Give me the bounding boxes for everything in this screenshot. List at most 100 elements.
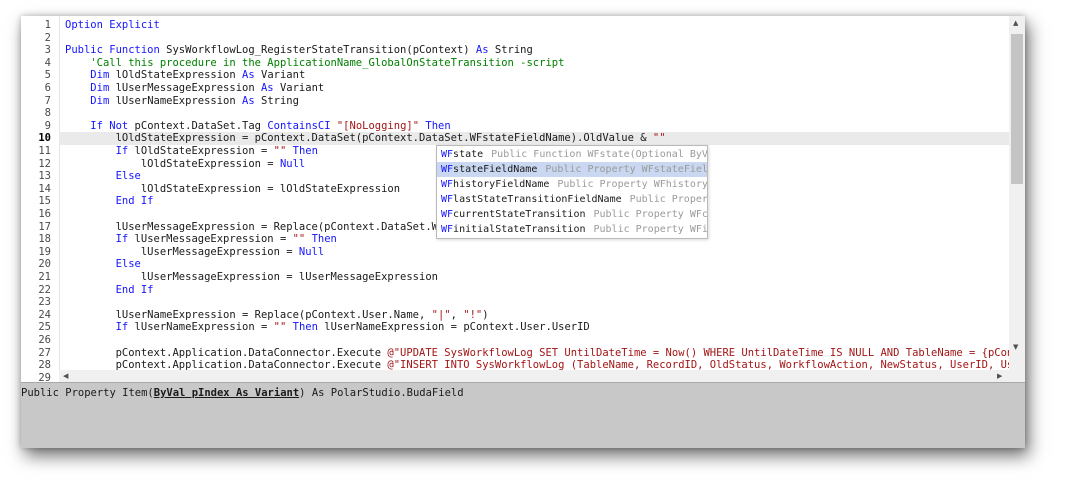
autocomplete-match-prefix: WF [441, 149, 454, 160]
right-arrow-icon[interactable]: ▶ [997, 371, 1002, 381]
line-number: 23 [38, 296, 51, 309]
line-number: 4 [44, 56, 51, 69]
autocomplete-name-rest: lastStateTransitionFieldName [453, 194, 622, 205]
code-line[interactable]: Public Function SysWorkflowLog_RegisterS… [65, 44, 533, 57]
code-line[interactable]: Dim lOldStateExpression As Variant [65, 69, 305, 82]
keyword-token: Option Explicit [65, 19, 160, 31]
comment-token: 'Call this procedure in the ApplicationN… [90, 56, 565, 69]
code-line[interactable]: Else [65, 258, 141, 271]
code-token: lOldStateExpression = [128, 145, 274, 157]
string-token: "" [273, 145, 287, 157]
line-number: 21 [38, 271, 51, 283]
code-line[interactable]: 'Call this procedure in the ApplicationN… [65, 57, 564, 70]
code-line[interactable]: If Not pContext.DataSet.Tag ContainsCI "… [65, 120, 450, 133]
horizontal-scrollbar[interactable]: ◀ ▶ [59, 370, 1009, 382]
line-number: 25 [38, 321, 51, 334]
autocomplete-item-name: WFhistoryFieldName [437, 179, 549, 190]
autocomplete-popup[interactable]: WFstate Public Function WFstate(Optional … [436, 145, 708, 239]
line-number: 9 [44, 119, 51, 132]
vertical-scrollbar[interactable]: ▲ ▼ [1009, 16, 1025, 370]
code-line[interactable]: Else [65, 170, 141, 183]
code-token: pContext.Application.DataConnector.Execu… [65, 359, 388, 370]
autocomplete-name-rest: historyFieldName [453, 179, 550, 190]
code-line[interactable]: End If [65, 284, 154, 297]
autocomplete-item[interactable]: WFhistoryFieldName Public Property WFhist… [437, 177, 707, 192]
line-number: 29 [38, 371, 51, 382]
line-number: 26 [38, 334, 51, 346]
code-line[interactable]: lOldStateExpression = pContext.DataSet(p… [65, 132, 666, 145]
signature-prefix: Public Property Item( [21, 387, 154, 399]
autocomplete-item[interactable]: WFlastStateTransitionFieldName Public Pro… [437, 192, 707, 207]
up-arrow-icon[interactable]: ▲ [1013, 18, 1018, 28]
line-number: 14 [38, 182, 51, 195]
autocomplete-item-signature: Public Property WFc [593, 209, 708, 220]
autocomplete-match-prefix: WF [441, 224, 454, 235]
code-line[interactable]: End If [65, 195, 154, 208]
autocomplete-item-signature: Public Property WFi [593, 224, 708, 235]
line-number: 22 [38, 283, 51, 296]
autocomplete-item-name: WFstate [437, 149, 483, 160]
keyword-token: Else [115, 170, 141, 183]
autocomplete-item[interactable]: WFcurrentStateTransition Public Property … [437, 207, 707, 222]
code-token: Variant [273, 82, 325, 94]
autocomplete-item-signature: Public Property WFstateFiel [545, 164, 707, 175]
line-number: 10 [38, 132, 51, 145]
code-line[interactable]: If lOldStateExpression = "" Then [65, 145, 318, 158]
code-line[interactable]: lOldStateExpression = lOldStateExpressio… [65, 183, 400, 196]
code-line[interactable]: pContext.Application.DataConnector.Execu… [65, 347, 1009, 360]
autocomplete-match-prefix: WF [441, 209, 454, 220]
code-line[interactable]: Option Explicit [65, 19, 160, 32]
autocomplete-item[interactable]: WFstate Public Function WFstate(Optional … [437, 147, 707, 162]
line-number: 20 [38, 258, 51, 271]
keyword-token: Dim [90, 94, 110, 107]
autocomplete-name-rest: currentStateTransition [453, 209, 586, 220]
keyword-token: Null [298, 245, 325, 258]
code-line[interactable]: lUserMessageExpression = Null [65, 246, 324, 259]
keyword-token: Then [311, 233, 337, 246]
string-token: @"UPDATE SysWorkflowLog SET UntilDateTim… [387, 346, 1009, 359]
code-token: lUserNameExpression [109, 94, 243, 107]
scrollbar-corner [1009, 370, 1025, 382]
code-line[interactable]: If lUserMessageExpression = "" Then [65, 233, 337, 246]
left-arrow-icon[interactable]: ◀ [63, 371, 68, 381]
code-line[interactable]: lOldStateExpression = Null [65, 158, 305, 171]
code-token: String [488, 44, 533, 57]
code-line[interactable]: pContext.Application.DataConnector.Execu… [65, 359, 1009, 370]
autocomplete-item[interactable]: WFinitialStateTransition Public Property … [437, 222, 707, 237]
code-line[interactable]: Dim lUserMessageExpression As Variant [65, 82, 324, 95]
line-number: 1 [44, 19, 51, 31]
keyword-token: As [242, 69, 255, 82]
code-token: lUserMessageExpression = Replace(pContex… [65, 220, 464, 233]
code-line[interactable]: If lUserNameExpression = "" Then lUserNa… [65, 321, 590, 334]
string-token: "!" [463, 308, 483, 321]
keyword-token: As [475, 44, 489, 57]
keyword-token: If [115, 145, 129, 157]
autocomplete-item[interactable]: WFstateFieldName Public Property WFstateF… [437, 162, 707, 177]
code-line[interactable]: lUserMessageExpression = Replace(pContex… [65, 220, 464, 234]
line-number: 6 [44, 82, 51, 94]
code-token: pContext.Application.DataConnector.Execu… [65, 346, 388, 359]
code-line[interactable]: lUserMessageExpression = lUserMessageExp… [65, 271, 438, 284]
code-token: lUserMessageExpression = [128, 233, 293, 246]
autocomplete-match-prefix: WF [441, 194, 454, 205]
autocomplete-item-name: WFstateFieldName [437, 164, 537, 175]
keyword-token: Dim [90, 82, 110, 94]
keyword-token: End If [115, 195, 154, 208]
signature-current-param: ByVal pIndex As Variant [153, 387, 300, 399]
code-line[interactable]: Dim lUserNameExpression As String [65, 95, 299, 108]
down-arrow-icon[interactable]: ▼ [1013, 342, 1018, 352]
autocomplete-item-signature: Public Property WFhistory [557, 179, 707, 190]
keyword-token: Null [279, 157, 306, 170]
code-token: lUserMessageExpression = [65, 245, 299, 258]
code-line[interactable]: lUserNameExpression = Replace(pContext.U… [65, 309, 489, 322]
keyword-token: Then [292, 145, 318, 157]
line-number: 13 [38, 170, 51, 183]
code-editor[interactable]: 1 2 3 4 5 6 7 8 9 10 11 12 13 14 15 16 17 18 19 20 21 22 23 24 2… [21, 16, 1025, 382]
code-token: Variant [254, 69, 306, 82]
vertical-scrollbar-thumb[interactable] [1011, 34, 1023, 184]
